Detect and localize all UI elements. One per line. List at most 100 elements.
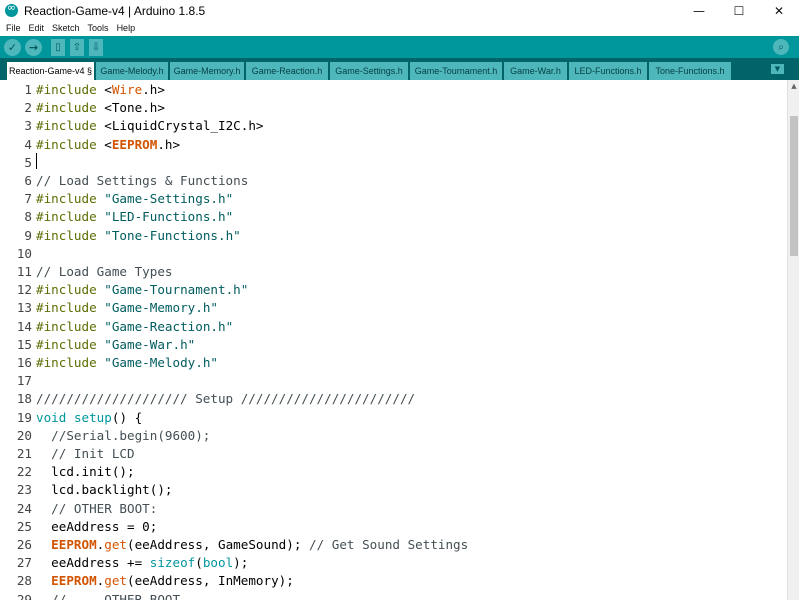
- minimize-button[interactable]: —: [679, 0, 719, 21]
- code-line[interactable]: 14 #include "Game-Reaction.h": [0, 318, 787, 336]
- code-token: <Tone.h>: [96, 100, 165, 116]
- code-line[interactable]: 4 #include <EEPROM.h>: [0, 136, 787, 154]
- scroll-up-arrow-icon[interactable]: ▲: [788, 82, 799, 90]
- code-text: eeAddress = 0;: [36, 518, 157, 536]
- code-text: lcd.init();: [36, 463, 135, 481]
- line-number: 17: [16, 373, 32, 389]
- menu-sketch[interactable]: Sketch: [50, 23, 82, 33]
- code-line[interactable]: 28 EEPROM.get(eeAddress, InMemory);: [0, 572, 787, 590]
- code-token: eeAddress +=: [36, 555, 150, 571]
- new-sketch-button[interactable]: ▯: [51, 38, 65, 56]
- line-number: 4: [24, 136, 32, 152]
- code-token: "Game-Reaction.h": [104, 318, 234, 334]
- code-line[interactable]: 19 void setup() {: [0, 409, 787, 427]
- code-line[interactable]: 20 //Serial.begin(9600);: [0, 427, 787, 445]
- code-line[interactable]: 13 #include "Game-Memory.h": [0, 299, 787, 317]
- maximize-button[interactable]: ☐: [719, 0, 759, 21]
- close-button[interactable]: ✕: [759, 0, 799, 21]
- code-line[interactable]: 9 #include "Tone-Functions.h": [0, 227, 787, 245]
- code-text: // Load Game Types: [36, 263, 172, 281]
- tab-game-settings[interactable]: Game-Settings.h: [330, 62, 408, 80]
- code-line[interactable]: 10: [0, 245, 787, 263]
- code-line[interactable]: 2 #include <Tone.h>: [0, 99, 787, 117]
- code-line[interactable]: 5: [0, 154, 787, 172]
- line-number: 6: [24, 173, 32, 188]
- code-line[interactable]: 12 #include "Game-Tournament.h": [0, 281, 787, 299]
- open-sketch-button[interactable]: ⇧: [70, 38, 84, 56]
- code-token: #include: [36, 282, 97, 298]
- verify-button[interactable]: ✓: [4, 38, 21, 56]
- code-text: #include <Tone.h>: [36, 99, 165, 117]
- code-token: <LiquidCrystal_I2C.h>: [96, 118, 264, 134]
- code-line[interactable]: 3 #include <LiquidCrystal_I2C.h>: [0, 117, 787, 135]
- code-line[interactable]: 11 // Load Game Types: [0, 263, 787, 281]
- tab-game-reaction[interactable]: Game-Reaction.h: [246, 62, 328, 80]
- code-text: // Init LCD: [36, 445, 134, 463]
- menu-file[interactable]: File: [4, 23, 23, 33]
- arduino-logo-icon: [5, 1, 18, 17]
- code-editor[interactable]: 1 #include <Wire.h> 2 #include <Tone.h> 3 #in…: [0, 80, 787, 600]
- code-line[interactable]: 22 lcd.init();: [0, 463, 787, 481]
- tab-game-war[interactable]: Game-War.h: [504, 62, 567, 80]
- code-line[interactable]: 6 // Load Settings & Functions: [0, 172, 787, 190]
- serial-monitor-button[interactable]: ⌕: [773, 39, 789, 55]
- tab-reaction-game-v4[interactable]: Reaction-Game-v4 §: [7, 62, 94, 80]
- line-number: 9: [24, 227, 32, 243]
- code-line[interactable]: 1 #include <Wire.h>: [0, 81, 787, 99]
- code-text: EEPROM.get(eeAddress, GameSound); // Get…: [36, 536, 468, 554]
- code-token: get: [104, 537, 128, 552]
- code-line[interactable]: 29 // ... OTHER BOOT ...: [0, 591, 787, 600]
- line-number: 26: [16, 537, 32, 552]
- code-line[interactable]: 7 #include "Game-Settings.h": [0, 190, 787, 208]
- code-token: .h>: [157, 136, 181, 152]
- code-token: sizeof: [149, 555, 196, 571]
- vertical-scrollbar[interactable]: ▲: [787, 80, 799, 600]
- tab-game-tournament[interactable]: Game-Tournament.h: [410, 62, 502, 80]
- line-number: 29: [16, 591, 32, 600]
- save-sketch-button[interactable]: ⇩: [89, 38, 103, 56]
- code-text: #include <Wire.h>: [36, 81, 165, 99]
- code-token: <: [96, 82, 112, 97]
- code-token: bool: [202, 555, 234, 571]
- line-number: 27: [16, 555, 32, 571]
- code-line[interactable]: 16 #include "Game-Melody.h": [0, 354, 787, 372]
- code-line[interactable]: 18//////////////////// Setup ///////////…: [0, 390, 787, 408]
- code-line[interactable]: 24 // OTHER BOOT:: [0, 500, 787, 518]
- scrollbar-thumb[interactable]: [790, 116, 798, 256]
- tab-led-functions[interactable]: LED-Functions.h: [569, 62, 647, 80]
- code-token: // Get Sound Settings: [309, 537, 469, 552]
- code-line[interactable]: 25 eeAddress = 0;: [0, 518, 787, 536]
- code-line[interactable]: 26 EEPROM.get(eeAddress, GameSound); // …: [0, 536, 787, 554]
- upload-button[interactable]: →: [25, 38, 42, 56]
- tab-game-melody[interactable]: Game-Melody.h: [96, 62, 168, 80]
- code-token: (eeAddress, InMemory);: [127, 573, 294, 589]
- code-line[interactable]: 8 #include "LED-Functions.h": [0, 208, 787, 226]
- code-line[interactable]: 23 lcd.backlight();: [0, 481, 787, 499]
- code-token: (eeAddress, GameSound);: [127, 537, 309, 552]
- code-text: #include "Game-Melody.h": [36, 354, 218, 372]
- code-line[interactable]: 27 eeAddress += sizeof(bool);: [0, 554, 787, 572]
- code-line[interactable]: 17: [0, 372, 787, 390]
- line-number: 15: [16, 336, 32, 352]
- menu-help[interactable]: Help: [115, 23, 138, 33]
- tab-game-memory[interactable]: Game-Memory.h: [170, 62, 244, 80]
- code-text: #include "Game-War.h": [36, 336, 195, 354]
- code-token: eeAddress = 0;: [36, 518, 158, 534]
- tab-tone-functions[interactable]: Tone-Functions.h: [649, 62, 731, 80]
- code-token: #include: [36, 355, 97, 370]
- tab-bar: Reaction-Game-v4 § Game-Melody.h Game-Me…: [0, 58, 799, 80]
- code-token: // Load Settings & Functions: [36, 173, 249, 188]
- code-token: // OTHER BOOT:: [36, 500, 158, 516]
- line-number: 23: [16, 482, 32, 498]
- menu-tools[interactable]: Tools: [86, 23, 111, 33]
- tab-menu-chevron-icon[interactable]: ▼: [771, 64, 784, 74]
- code-token: //////////////////// Setup /////////////…: [36, 391, 416, 407]
- code-token: #include: [36, 100, 97, 116]
- code-line[interactable]: 21 // Init LCD: [0, 445, 787, 463]
- code-line[interactable]: 15 #include "Game-War.h": [0, 336, 787, 354]
- code-text: #include "Game-Memory.h": [36, 299, 218, 317]
- code-text: lcd.backlight();: [36, 481, 172, 499]
- code-token: EEPROM: [51, 573, 97, 589]
- menu-edit[interactable]: Edit: [27, 23, 47, 33]
- code-token: lcd.init();: [36, 464, 135, 480]
